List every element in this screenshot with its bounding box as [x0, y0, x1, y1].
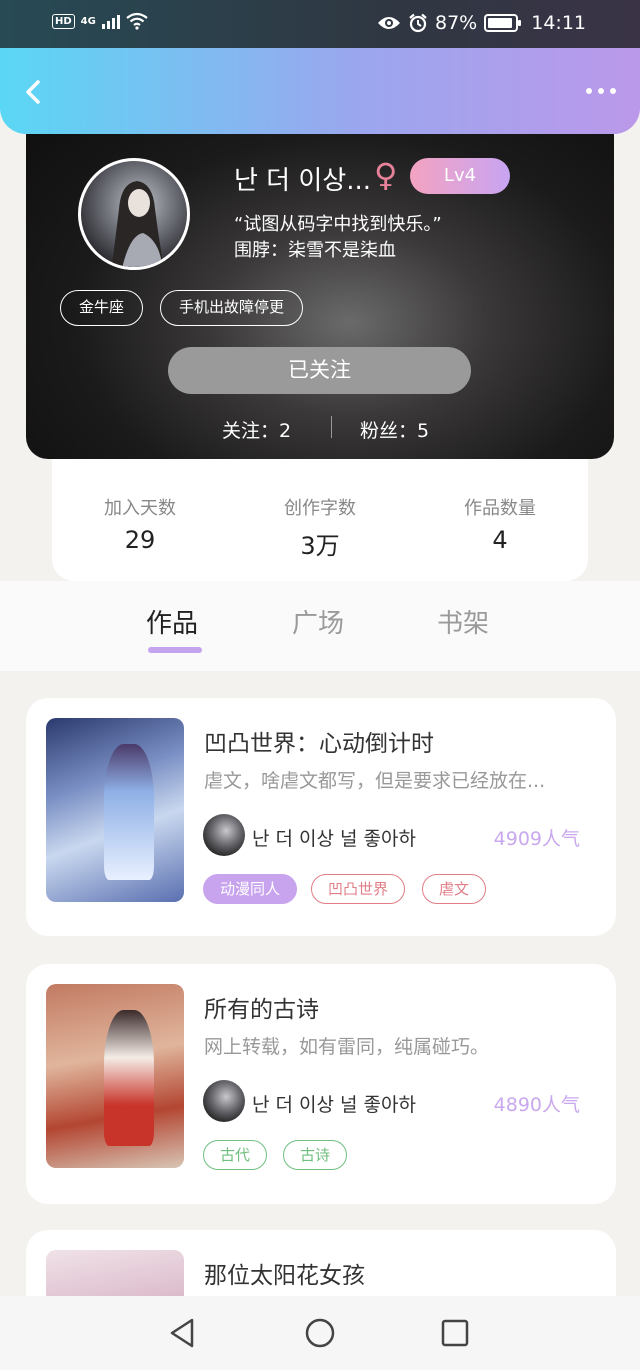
follow-button[interactable]: 已关注: [168, 347, 471, 394]
popularity-count: 4890人气: [493, 1094, 580, 1116]
battery-icon: [484, 14, 522, 32]
top-header: [0, 48, 640, 134]
circle-home-icon[interactable]: [303, 1316, 337, 1350]
more-dots-icon[interactable]: [586, 88, 616, 94]
weibo-id: 围脖：柒雪不是柒血: [234, 240, 396, 261]
clock: 14:11: [531, 12, 586, 34]
female-gender-icon: ♀: [374, 156, 398, 194]
profile-card: 난 더 이상... ♀ Lv4 “试图从码字中找到快乐。” 围脖：柒雪不是柒血 …: [26, 100, 614, 459]
triangle-back-icon[interactable]: [166, 1316, 200, 1350]
work-description: 虐文，啥虐文都写，但是要求已经放在...: [204, 770, 546, 792]
nickname: 난 더 이상...: [234, 166, 372, 196]
work-tag[interactable]: 动漫同人: [203, 874, 298, 904]
system-nav-bar: [0, 1296, 640, 1370]
work-card[interactable]: 凹凸世界：心动倒计时 虐文，啥虐文都写，但是要求已经放在... 난 더 이상 널…: [26, 698, 616, 936]
work-tag[interactable]: 凹凸世界: [311, 874, 406, 904]
author-avatar[interactable]: [203, 814, 245, 856]
avatar-figure: [111, 181, 164, 267]
eye-icon: [378, 17, 400, 29]
tab-bookshelf[interactable]: 书架: [437, 603, 489, 640]
stat-label: 加入天数: [104, 498, 176, 519]
network-type: 4G: [80, 15, 96, 27]
stats-panel: 加入天数 29 创作字数 3万 作品数量 4: [52, 440, 588, 581]
status-right: 87% 14:11: [377, 12, 586, 34]
author-name: 난 더 이상 널 좋아하: [252, 828, 416, 850]
work-tag[interactable]: 古代: [203, 1140, 268, 1170]
hd-icon: HD: [52, 13, 75, 29]
tab-square[interactable]: 广场: [292, 603, 344, 640]
stat-word-count: 创作字数 3万: [240, 494, 400, 561]
work-tag[interactable]: 虐文: [422, 874, 487, 904]
popularity-count: 4909人气: [493, 828, 580, 850]
stat-label: 创作字数: [284, 498, 356, 519]
work-tag[interactable]: 古诗: [283, 1140, 348, 1170]
work-title[interactable]: 凹凸世界：心动倒计时: [204, 724, 434, 758]
profile-tag: 手机出故障停更: [160, 290, 304, 326]
divider: [331, 416, 332, 438]
profile-tag: 金牛座: [60, 290, 144, 326]
chevron-left-icon[interactable]: [20, 78, 48, 106]
signal-icon: [101, 13, 120, 29]
stat-value: 4: [492, 526, 508, 554]
work-cover[interactable]: [46, 718, 184, 902]
work-title[interactable]: 那位太阳花女孩: [204, 1256, 365, 1290]
stat-value: 29: [124, 526, 156, 554]
status-bar: HD 4G 87% 14:11: [0, 0, 640, 48]
author-avatar[interactable]: [203, 1080, 245, 1122]
tab-works[interactable]: 作品: [146, 603, 198, 640]
square-recent-icon[interactable]: [438, 1316, 472, 1350]
level-badge: Lv4: [410, 158, 510, 194]
author-name: 난 더 이상 널 좋아하: [252, 1094, 416, 1116]
work-cover[interactable]: [46, 984, 184, 1168]
tabs-bar: 作品 广场 书架: [0, 581, 640, 671]
alarm-icon: [409, 13, 427, 33]
active-tab-indicator: [148, 647, 202, 653]
fans-count[interactable]: 粉丝：5: [360, 416, 429, 443]
stat-label: 作品数量: [464, 498, 536, 519]
work-description: 网上转载，如有雷同，纯属碰巧。: [204, 1036, 490, 1058]
battery-percent: 87%: [435, 12, 478, 34]
stat-join-days: 加入天数 29: [60, 494, 220, 554]
stat-works-count: 作品数量 4: [420, 494, 580, 554]
following-count[interactable]: 关注：2: [222, 416, 291, 443]
wifi-icon: [126, 12, 148, 30]
avatar[interactable]: [78, 158, 190, 270]
work-title[interactable]: 所有的古诗: [204, 990, 319, 1024]
status-left: HD 4G: [52, 12, 148, 30]
motto: “试图从码字中找到快乐。”: [234, 214, 442, 235]
stat-value: 3万: [300, 532, 340, 560]
work-card[interactable]: 所有的古诗 网上转载，如有雷同，纯属碰巧。 난 더 이상 널 좋아하 4890人…: [26, 964, 616, 1204]
